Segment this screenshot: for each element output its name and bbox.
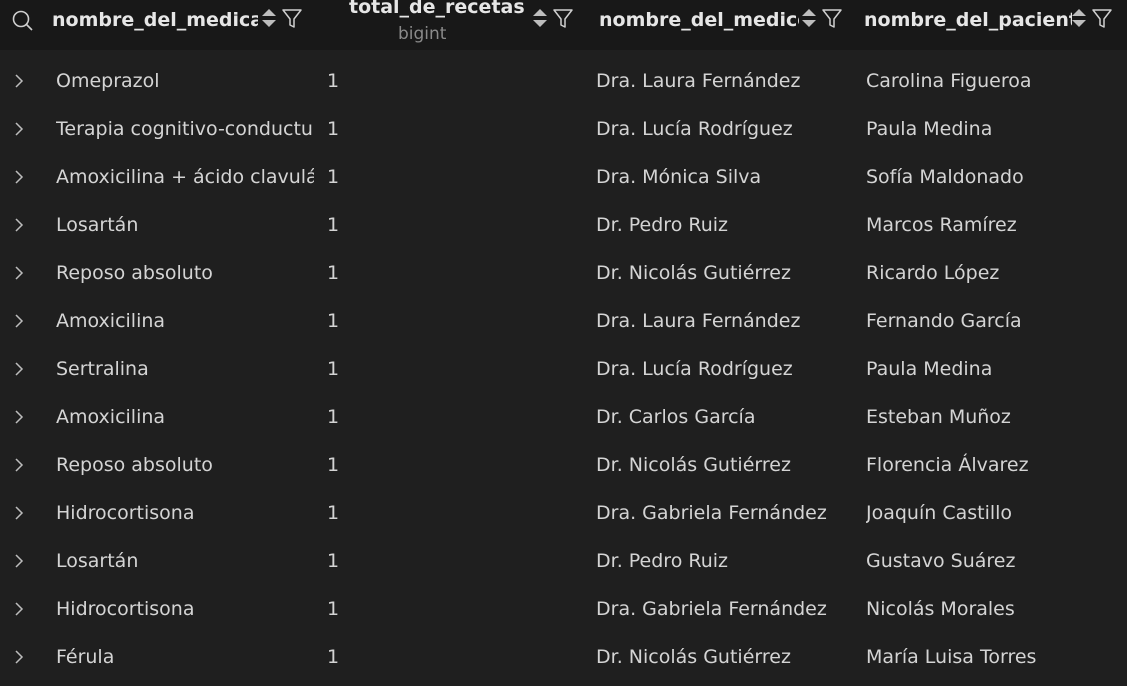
- cell-medicamento: Sertralina: [56, 358, 149, 380]
- chevron-right-icon[interactable]: [10, 647, 28, 667]
- grid-header: nombre_del_medicamento total_de_recetas …: [0, 0, 1127, 50]
- chevron-right-icon[interactable]: [10, 551, 28, 571]
- table-row[interactable]: Losartán 1 Dr. Pedro Ruiz Gustavo Suárez: [0, 537, 1127, 585]
- cell-medico: Dr. Pedro Ruiz: [596, 550, 729, 572]
- table-row[interactable]: Férula 1 Dr. Nicolás Gutiérrez María Lui…: [0, 633, 1127, 681]
- table-row[interactable]: Sertralina 1 Dra. Lucía Rodríguez Paula …: [0, 345, 1127, 393]
- results-grid: nombre_del_medicamento total_de_recetas …: [0, 0, 1127, 686]
- table-row[interactable]: Hidrocortisona 1 Dra. Gabriela Fernández…: [0, 585, 1127, 633]
- table-row[interactable]: Amoxicilina 1 Dra. Laura Fernández Ferna…: [0, 297, 1127, 345]
- cell-medicamento: Losartán: [56, 214, 139, 236]
- sort-icon[interactable]: [258, 5, 280, 31]
- cell-total: 1: [327, 502, 340, 524]
- cell-total: 1: [327, 118, 340, 140]
- cell-paciente: Florencia Álvarez: [866, 454, 1029, 476]
- cell-paciente: Nicolás Morales: [866, 598, 1015, 620]
- chevron-right-icon[interactable]: [10, 167, 28, 187]
- filter-icon[interactable]: [821, 5, 843, 31]
- cell-paciente: Joaquín Castillo: [866, 502, 1013, 524]
- table-row[interactable]: Reposo absoluto 1 Dr. Nicolás Gutiérrez …: [0, 441, 1127, 489]
- cell-medico: Dra. Laura Fernández: [596, 70, 801, 92]
- cell-medico: Dra. Lucía Rodríguez: [596, 118, 793, 140]
- cell-total: 1: [327, 262, 340, 284]
- cell-paciente: Paula Medina: [866, 358, 993, 380]
- table-row[interactable]: Hidrocortisona 1 Dra. Gabriela Fernández…: [0, 489, 1127, 537]
- cell-medicamento: Hidrocortisona: [56, 598, 195, 620]
- cell-medico: Dr. Nicolás Gutiérrez: [596, 646, 791, 668]
- cell-total: 1: [327, 214, 340, 236]
- cell-medico: Dra. Gabriela Fernández: [596, 598, 827, 620]
- cell-paciente: María Luisa Torres: [866, 646, 1037, 668]
- chevron-right-icon[interactable]: [10, 599, 28, 619]
- chevron-right-icon[interactable]: [10, 119, 28, 139]
- chevron-right-icon[interactable]: [10, 215, 28, 235]
- chevron-right-icon[interactable]: [10, 455, 28, 475]
- chevron-right-icon[interactable]: [10, 503, 28, 523]
- column-name: nombre_del_paciente: [864, 9, 1072, 31]
- search-icon[interactable]: [11, 9, 35, 33]
- cell-paciente: Sofía Maldonado: [866, 166, 1024, 188]
- cell-medicamento: Hidrocortisona: [56, 502, 195, 524]
- cell-medicamento: Férula: [56, 646, 115, 668]
- cell-medico: Dra. Lucía Rodríguez: [596, 358, 793, 380]
- column-header-nombre-del-medico[interactable]: nombre_del_medico: [580, 0, 850, 50]
- cell-total: 1: [327, 406, 340, 428]
- chevron-right-icon[interactable]: [10, 359, 28, 379]
- table-row[interactable]: Omeprazol 1 Dra. Laura Fernández Carolin…: [0, 57, 1127, 105]
- cell-medicamento: Reposo absoluto: [56, 454, 213, 476]
- cell-paciente: Esteban Muñoz: [866, 406, 1011, 428]
- cell-paciente: Marcos Ramírez: [866, 214, 1017, 236]
- filter-icon[interactable]: [1091, 5, 1113, 31]
- column-type: bigint: [398, 24, 447, 44]
- cell-medicamento: Terapia cognitivo-conductual: [56, 118, 314, 140]
- cell-medicamento: Amoxicilina + ácido clavulánico: [56, 166, 314, 188]
- column-header-nombre-del-paciente[interactable]: nombre_del_paciente: [850, 0, 1127, 50]
- cell-medico: Dra. Gabriela Fernández: [596, 502, 827, 524]
- cell-medico: Dr. Carlos García: [596, 406, 756, 428]
- cell-medico: Dr. Nicolás Gutiérrez: [596, 262, 791, 284]
- table-row[interactable]: Terapia cognitivo-conductual 1 Dra. Lucí…: [0, 105, 1127, 153]
- sort-icon[interactable]: [798, 5, 820, 31]
- cell-medicamento: Omeprazol: [56, 70, 160, 92]
- sort-icon[interactable]: [529, 5, 551, 31]
- cell-medicamento: Losartán: [56, 550, 139, 572]
- cell-total: 1: [327, 70, 340, 92]
- cell-medico: Dra. Mónica Silva: [596, 166, 762, 188]
- filter-icon[interactable]: [552, 5, 574, 31]
- table-row[interactable]: Losartán 1 Dr. Pedro Ruiz Marcos Ramírez: [0, 201, 1127, 249]
- cell-total: 1: [327, 166, 340, 188]
- sort-icon[interactable]: [1068, 5, 1090, 31]
- cell-medicamento: Amoxicilina: [56, 310, 166, 332]
- cell-total: 1: [327, 310, 340, 332]
- cell-paciente: Ricardo López: [866, 262, 1000, 284]
- column-header-total-de-recetas[interactable]: total_de_recetas bigint: [310, 0, 580, 50]
- cell-total: 1: [327, 598, 340, 620]
- cell-paciente: Carolina Figueroa: [866, 70, 1032, 92]
- cell-medico: Dr. Nicolás Gutiérrez: [596, 454, 791, 476]
- table-row[interactable]: Reposo absoluto 1 Dr. Nicolás Gutiérrez …: [0, 249, 1127, 297]
- cell-total: 1: [327, 358, 340, 380]
- chevron-right-icon[interactable]: [10, 71, 28, 91]
- chevron-right-icon[interactable]: [10, 311, 28, 331]
- cell-paciente: Paula Medina: [866, 118, 993, 140]
- cell-paciente: Fernando García: [866, 310, 1022, 332]
- cell-medicamento: Amoxicilina: [56, 406, 166, 428]
- cell-medico: Dr. Pedro Ruiz: [596, 214, 729, 236]
- cell-total: 1: [327, 454, 340, 476]
- column-name: nombre_del_medico: [599, 9, 799, 31]
- cell-total: 1: [327, 550, 340, 572]
- column-header-nombre-del-medicamento[interactable]: nombre_del_medicamento: [40, 0, 310, 50]
- filter-icon[interactable]: [281, 5, 303, 31]
- cell-medico: Dra. Laura Fernández: [596, 310, 801, 332]
- table-row[interactable]: Amoxicilina + ácido clavulánico 1 Dra. M…: [0, 153, 1127, 201]
- cell-paciente: Gustavo Suárez: [866, 550, 1016, 572]
- column-name: nombre_del_medicamento: [52, 9, 258, 31]
- table-row[interactable]: Amoxicilina 1 Dr. Carlos García Esteban …: [0, 393, 1127, 441]
- column-name: total_de_recetas: [349, 0, 525, 18]
- chevron-right-icon[interactable]: [10, 263, 28, 283]
- chevron-right-icon[interactable]: [10, 407, 28, 427]
- cell-medicamento: Reposo absoluto: [56, 262, 213, 284]
- cell-total: 1: [327, 646, 340, 668]
